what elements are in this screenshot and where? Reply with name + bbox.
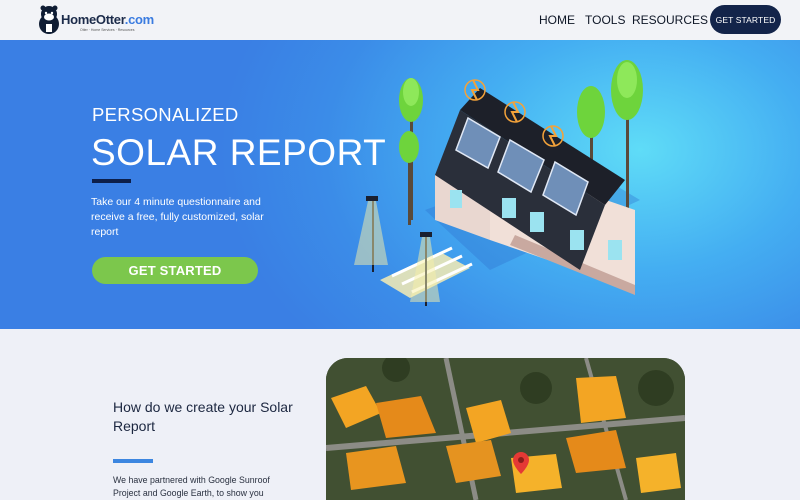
hero-description: Take our 4 minute questionnaire and rece… <box>91 196 264 238</box>
how-description: We have partnered with Google Sunroof Pr… <box>113 475 270 498</box>
hero-kicker: PERSONALIZED <box>92 104 239 125</box>
hero-get-started-button[interactable]: GET STARTED <box>92 257 258 284</box>
map-pin-icon[interactable] <box>513 452 529 474</box>
logo-tagline: Otter · Home Services · Resources <box>80 28 135 32</box>
how-divider <box>113 459 153 463</box>
logo-wordmark: HomeOtter.com <box>61 12 154 27</box>
map-imagery <box>326 358 685 500</box>
how-title: How do we create your Solar Report <box>113 399 293 434</box>
hero-section: PERSONALIZED SOLAR REPORT Take our 4 min… <box>0 40 800 329</box>
nav-resources[interactable]: RESOURCES <box>632 0 708 40</box>
header-get-started-button[interactable]: GET STARTED <box>710 5 781 34</box>
site-header: HomeOtter.com Otter · Home Services · Re… <box>0 0 800 40</box>
otter-logo-icon <box>39 5 59 34</box>
hero-divider <box>92 179 131 183</box>
nav-home-link[interactable]: HOME <box>539 13 575 27</box>
nav-home[interactable]: HOME <box>539 0 575 40</box>
satellite-sunroof-map[interactable] <box>326 358 685 500</box>
how-it-works-section: How do we create your Solar Report We ha… <box>113 398 323 498</box>
nav-tools-link[interactable]: TOOLS <box>585 13 625 27</box>
nav-tools[interactable]: TOOLS <box>585 0 625 40</box>
site-logo[interactable]: HomeOtter.com Otter · Home Services · Re… <box>38 4 154 34</box>
solar-house-illustration <box>354 60 643 306</box>
nav-resources-link[interactable]: RESOURCES <box>632 13 708 27</box>
